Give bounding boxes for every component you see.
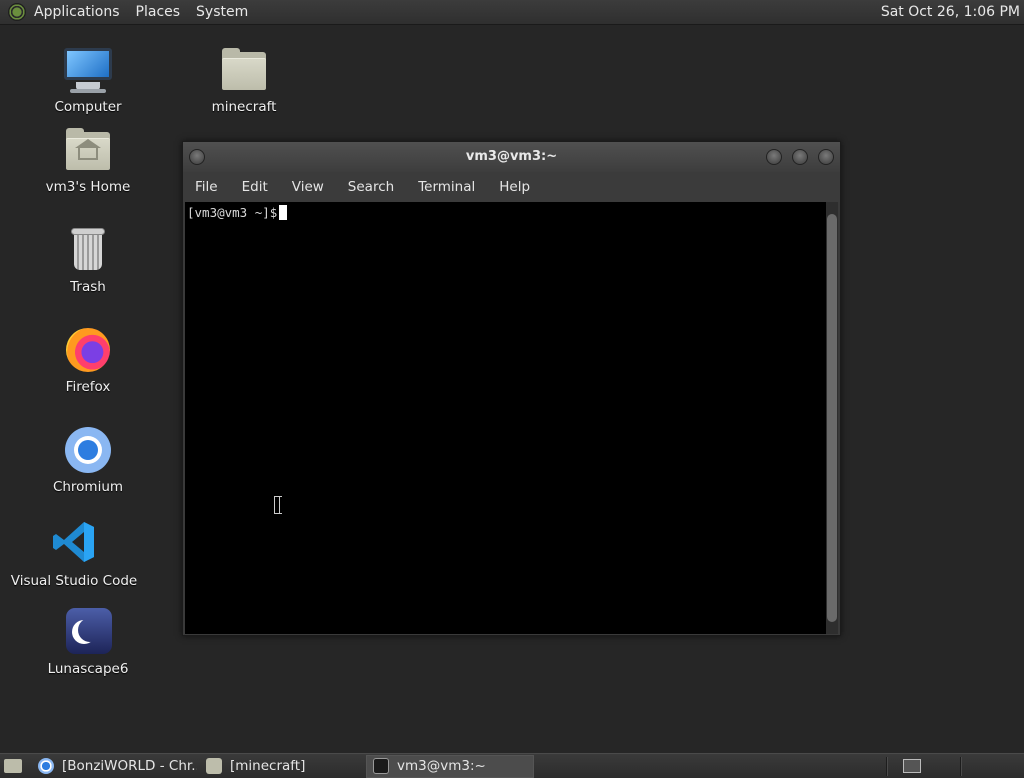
menu-view[interactable]: View: [280, 179, 336, 195]
distro-logo-icon[interactable]: [8, 3, 26, 21]
chromium-icon: [62, 424, 114, 476]
desktop-icon-label: Firefox: [65, 379, 111, 395]
desktop-icon-home[interactable]: vm3's Home: [18, 124, 158, 195]
desktop-icon-label: Trash: [70, 279, 106, 295]
window-menu-button[interactable]: [189, 149, 205, 165]
trash-icon: [62, 224, 114, 276]
show-desktop-icon[interactable]: [4, 759, 22, 773]
maximize-button[interactable]: [792, 149, 808, 165]
menu-edit[interactable]: Edit: [230, 179, 280, 195]
desktop-icon-computer[interactable]: Computer: [18, 44, 158, 115]
desktop-icon-label: Chromium: [52, 479, 124, 495]
desktop-icon-label: minecraft: [211, 99, 277, 115]
panel-separator: [886, 757, 888, 776]
menu-applications[interactable]: Applications: [34, 4, 120, 20]
menu-file[interactable]: File: [183, 179, 230, 195]
computer-icon: [62, 44, 114, 96]
panel-separator: [960, 757, 962, 776]
ibeam-cursor-icon: [274, 496, 282, 514]
clock[interactable]: Sat Oct 26, 1:06 PM: [881, 4, 1020, 20]
menu-places[interactable]: Places: [136, 4, 181, 20]
desktop-icon-label: Visual Studio Code: [10, 573, 138, 589]
title-bar[interactable]: vm3@vm3:~: [183, 142, 840, 172]
terminal-output[interactable]: [vm3@vm3 ~]$: [185, 202, 826, 634]
menu-terminal[interactable]: Terminal: [406, 179, 487, 195]
vscode-icon: [48, 518, 100, 570]
chromium-icon: [38, 758, 54, 774]
desktop-icon-trash[interactable]: Trash: [18, 224, 158, 295]
terminal-icon: [373, 758, 389, 774]
home-folder-icon: [62, 124, 114, 176]
firefox-icon: [62, 324, 114, 376]
terminal-window[interactable]: vm3@vm3:~ File Edit View Search Terminal…: [182, 141, 841, 636]
task-button-terminal[interactable]: vm3@vm3:~: [366, 754, 534, 778]
window-title: vm3@vm3:~: [465, 149, 558, 164]
minimize-button[interactable]: [766, 149, 782, 165]
terminal-menu-bar: File Edit View Search Terminal Help: [183, 172, 840, 202]
folder-icon: [218, 44, 270, 96]
desktop-icon-firefox[interactable]: Firefox: [18, 324, 158, 395]
folder-icon: [206, 758, 222, 774]
desktop-icon-label: vm3's Home: [45, 179, 131, 195]
desktop-icon-chromium[interactable]: Chromium: [18, 424, 158, 495]
close-button[interactable]: [818, 149, 834, 165]
top-panel: Applications Places System Sat Oct 26, 1…: [0, 0, 1024, 25]
text-cursor: [279, 205, 288, 220]
scrollbar-thumb[interactable]: [827, 214, 837, 622]
task-label: [minecraft]: [230, 758, 306, 774]
menu-system[interactable]: System: [196, 4, 248, 20]
desktop-icon-minecraft[interactable]: minecraft: [174, 44, 314, 115]
shell-prompt: [vm3@vm3 ~]$: [187, 205, 278, 220]
workspace-switcher[interactable]: [903, 759, 921, 773]
task-label: [BonziWORLD - Chr...: [62, 758, 197, 774]
menu-search[interactable]: Search: [336, 179, 406, 195]
desktop-icon-label: Computer: [54, 99, 122, 115]
menu-help[interactable]: Help: [487, 179, 542, 195]
task-button-minecraft[interactable]: [minecraft]: [200, 755, 363, 778]
task-button-bonziworld[interactable]: [BonziWORLD - Chr...: [32, 755, 197, 778]
desktop-icon-label: Lunascape6: [47, 661, 129, 677]
desktop-icon-vscode[interactable]: Visual Studio Code: [4, 518, 144, 589]
terminal-scrollbar[interactable]: [826, 202, 838, 634]
bottom-panel: [BonziWORLD - Chr... [minecraft] vm3@vm3…: [0, 753, 1024, 778]
desktop-icon-lunascape[interactable]: Lunascape6: [18, 606, 158, 677]
task-label: vm3@vm3:~: [397, 758, 486, 774]
lunascape-icon: [62, 606, 114, 658]
